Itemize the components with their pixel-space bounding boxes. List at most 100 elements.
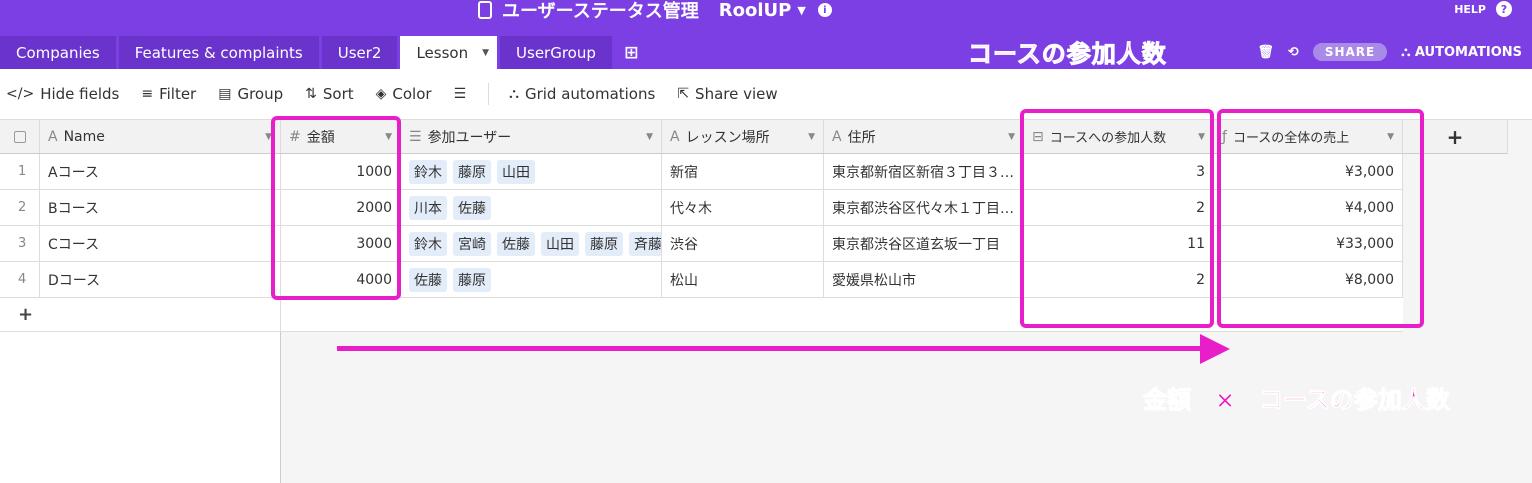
cell-name[interactable]: Dコース	[40, 262, 281, 297]
chevron-down-icon[interactable]: ▼	[1008, 132, 1015, 142]
user-chip: 佐藤	[409, 267, 447, 292]
base-icon	[478, 1, 492, 19]
cell-address[interactable]: 愛媛県松山市	[824, 262, 1024, 297]
color-button[interactable]: ◈ Color	[376, 85, 432, 103]
cell-address[interactable]: 東京都新宿区新宿３丁目３…	[824, 154, 1024, 189]
tab-label: User2	[337, 43, 382, 62]
cell-users[interactable]: 鈴木 宮崎 佐藤 山田 藤原 斉藤	[401, 226, 662, 261]
filter-button[interactable]: ≡ Filter	[141, 85, 196, 103]
tab-label: Companies	[16, 43, 100, 62]
color-label: Color	[392, 85, 432, 103]
info-icon[interactable]: i	[817, 3, 832, 17]
column-header-users[interactable]: ☰ 参加ユーザー ▼	[401, 120, 662, 153]
cell-address[interactable]: 東京都渋谷区代々木１丁目…	[824, 190, 1024, 225]
chevron-down-icon[interactable]: ▼	[646, 132, 653, 142]
user-chip: 斉藤	[629, 231, 661, 256]
help-menu[interactable]: HELP ?	[1454, 0, 1512, 18]
cell-users[interactable]: 佐藤 藤原	[401, 262, 662, 297]
help-icon[interactable]: ?	[1496, 1, 1512, 17]
eye-slash-icon: </>	[6, 86, 35, 102]
share-view-label: Share view	[695, 85, 778, 103]
text-field-icon: A	[670, 128, 680, 145]
cell-address[interactable]: 東京都渋谷区道玄坂一丁目	[824, 226, 1024, 261]
row-height-icon: ☰	[453, 86, 467, 102]
column-header-address[interactable]: A 住所 ▼	[824, 120, 1024, 153]
select-all-checkbox[interactable]	[0, 120, 40, 153]
column-label: Name	[63, 128, 105, 145]
filter-label: Filter	[159, 85, 197, 103]
row-number-text: 3	[18, 236, 27, 251]
paint-bucket-icon: ◈	[375, 86, 387, 102]
text-field-icon: A	[48, 128, 58, 145]
cell-place[interactable]: 渋谷	[662, 226, 824, 261]
annotation-bottom: 金額 × コースの参加人数	[1143, 386, 1451, 415]
column-header-place[interactable]: A レッスン場所 ▼	[662, 120, 824, 153]
cell-name[interactable]: Aコース	[40, 154, 281, 189]
annotation-arrow	[337, 346, 1205, 351]
table-tabs: Companies Features & complaints User2 Le…	[0, 36, 648, 69]
trash-icon[interactable]: 🗑	[1257, 45, 1274, 60]
grid-automations-label: Grid automations	[524, 85, 656, 103]
user-chip: 鈴木	[409, 159, 447, 184]
automations-button[interactable]: ⛬ AUTOMATIONS	[1401, 45, 1522, 60]
tab-label: Features & complaints	[134, 43, 303, 62]
workspace-name: RoolUP	[718, 0, 792, 21]
cell-text: 代々木	[670, 200, 712, 217]
cell-text: 愛媛県松山市	[832, 272, 916, 289]
row-height-button[interactable]: ☰	[454, 86, 467, 102]
cell-text: 東京都新宿区新宿３丁目３…	[832, 164, 1014, 181]
cell-text: Aコース	[48, 164, 99, 181]
user-chip: 佐藤	[453, 195, 491, 220]
highlight-revenue-column	[1217, 109, 1424, 328]
cell-text: 東京都渋谷区代々木１丁目…	[832, 200, 1014, 217]
tab-usergroup[interactable]: UserGroup	[500, 36, 612, 69]
plus-icon[interactable]: +	[0, 298, 281, 331]
tab-user2[interactable]: User2	[321, 36, 398, 69]
history-icon[interactable]: ⟲	[1288, 45, 1299, 60]
cell-users[interactable]: 鈴木 藤原 山田	[401, 154, 662, 189]
highlight-count-column	[1020, 109, 1214, 328]
column-header-name[interactable]: A Name ▼	[40, 120, 281, 153]
automations-icon: ⛬	[1401, 44, 1415, 60]
empty-area	[0, 332, 281, 483]
tab-label: UserGroup	[516, 43, 596, 62]
share-view-icon: ⇱	[677, 86, 690, 102]
cell-place[interactable]: 代々木	[662, 190, 824, 225]
add-table-icon[interactable]: ⊞	[615, 36, 648, 69]
chevron-down-icon[interactable]: ▼	[808, 132, 815, 142]
share-button[interactable]: SHARE	[1312, 43, 1388, 61]
group-label: Group	[237, 85, 284, 103]
cell-name[interactable]: Cコース	[40, 226, 281, 261]
highlight-amount-column	[271, 116, 401, 300]
row-number-text: 1	[18, 164, 27, 179]
text-field-icon: A	[832, 128, 842, 145]
sort-label: Sort	[322, 85, 354, 103]
user-chip: 藤原	[585, 231, 623, 256]
hide-fields-button[interactable]: </> Hide fields	[6, 85, 119, 103]
row-number: 1	[0, 154, 40, 189]
sort-button[interactable]: ⇅ Sort	[305, 85, 353, 103]
cell-text: Dコース	[48, 272, 101, 289]
grid-automations-button[interactable]: ⛬ Grid automations	[509, 85, 655, 103]
cell-name[interactable]: Bコース	[40, 190, 281, 225]
tab-features-complaints[interactable]: Features & complaints	[118, 36, 319, 69]
link-field-icon: ☰	[409, 128, 422, 145]
tab-lesson[interactable]: Lesson ▼	[400, 36, 498, 69]
automations-icon: ⛬	[509, 86, 519, 102]
help-label: HELP	[1454, 2, 1486, 16]
share-view-button[interactable]: ⇱ Share view	[677, 85, 777, 103]
filter-icon: ≡	[141, 86, 154, 102]
cell-users[interactable]: 川本 佐藤	[401, 190, 662, 225]
chevron-down-icon[interactable]: ▼	[797, 4, 805, 17]
tab-companies[interactable]: Companies	[0, 36, 116, 69]
cell-place[interactable]: 新宿	[662, 154, 824, 189]
user-chip: 鈴木	[409, 231, 447, 256]
sort-icon: ⇅	[305, 86, 317, 102]
user-chip: 山田	[497, 159, 535, 184]
cell-place[interactable]: 松山	[662, 262, 824, 297]
user-chip: 佐藤	[497, 231, 535, 256]
base-title[interactable]: ユーザーステータス管理 RoolUP ▼ i	[478, 0, 832, 22]
user-chip: 山田	[541, 231, 579, 256]
chevron-down-icon[interactable]: ▼	[482, 48, 489, 58]
group-button[interactable]: ▤ Group	[218, 85, 283, 103]
